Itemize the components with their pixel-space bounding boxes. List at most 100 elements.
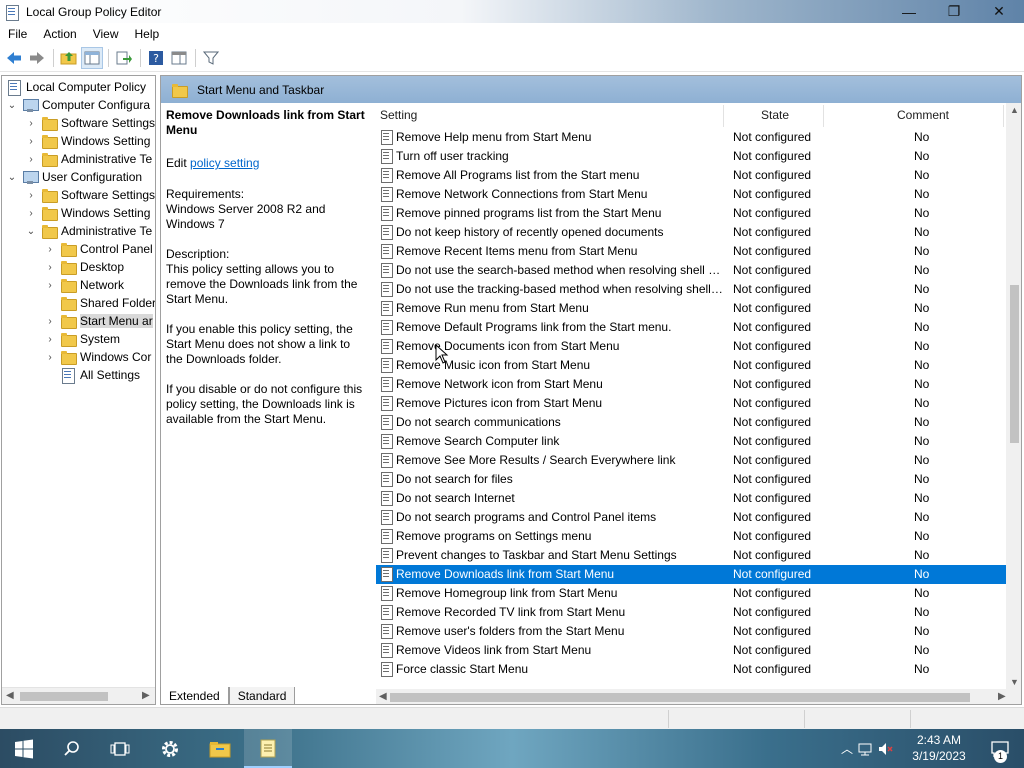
setting-row[interactable]: Remove Music icon from Start Menu Not con…: [376, 356, 1006, 375]
scroll-down-icon[interactable]: ▼: [1010, 677, 1019, 687]
close-button[interactable]: ✕: [976, 0, 1022, 23]
setting-row[interactable]: Remove Default Programs link from the St…: [376, 318, 1006, 337]
setting-row[interactable]: Remove pinned programs list from the Sta…: [376, 204, 1006, 223]
scrollbar-thumb[interactable]: [390, 693, 970, 702]
tree-root[interactable]: Local Computer Policy: [6, 78, 146, 96]
collapse-chevron-icon[interactable]: ⌄: [25, 225, 37, 237]
scroll-right-icon[interactable]: ▶: [998, 691, 1006, 702]
scrollbar-thumb[interactable]: [20, 692, 108, 701]
maximize-button[interactable]: ❐: [931, 0, 977, 23]
column-divider[interactable]: [1003, 105, 1004, 127]
setting-row[interactable]: Remove Network Connections from Start Me…: [376, 185, 1006, 204]
network-icon[interactable]: [856, 742, 876, 756]
setting-row[interactable]: Remove All Programs list from the Start …: [376, 166, 1006, 185]
menu-help[interactable]: Help: [127, 27, 168, 41]
expand-chevron-icon[interactable]: ›: [44, 315, 56, 327]
vertical-scrollbar[interactable]: ▲ ▼: [1006, 103, 1021, 689]
up-folder-icon[interactable]: [58, 47, 80, 69]
show-hide-tree-icon[interactable]: [81, 46, 103, 69]
tab-standard[interactable]: Standard: [228, 687, 296, 705]
tree-item-windows-settings[interactable]: › Windows Setting: [25, 132, 150, 150]
column-divider[interactable]: [823, 105, 824, 127]
start-button[interactable]: [0, 729, 48, 768]
column-header-state[interactable]: State: [761, 103, 821, 127]
volume-muted-icon[interactable]: [876, 742, 896, 756]
menu-view[interactable]: View: [85, 27, 127, 41]
search-button[interactable]: [48, 729, 96, 768]
setting-row[interactable]: Remove Documents icon from Start Menu Not…: [376, 337, 1006, 356]
menu-action[interactable]: Action: [35, 27, 84, 41]
export-list-icon[interactable]: [113, 47, 135, 69]
setting-row[interactable]: Do not search Internet Not configured No: [376, 489, 1006, 508]
setting-row[interactable]: Remove Homegroup link from Start Menu Not…: [376, 584, 1006, 603]
expand-chevron-icon[interactable]: ›: [25, 207, 37, 219]
properties-pane-icon[interactable]: [168, 47, 190, 69]
scrollbar-thumb[interactable]: [1010, 285, 1019, 443]
column-header-setting[interactable]: Setting: [380, 103, 720, 127]
tree-item-desktop[interactable]: › Desktop: [44, 258, 124, 276]
setting-row[interactable]: Remove Downloads link from Start Menu Not…: [376, 565, 1006, 584]
chevron-up-icon[interactable]: ︿: [838, 740, 856, 757]
tab-extended[interactable]: Extended: [160, 687, 229, 705]
tree-item-software-settings[interactable]: › Software Settings: [25, 114, 155, 132]
task-view-button[interactable]: [96, 729, 144, 768]
tree-item-administrative-templates[interactable]: › Administrative Te: [25, 150, 152, 168]
collapse-chevron-icon[interactable]: ⌄: [6, 99, 18, 111]
help-icon[interactable]: ?: [145, 47, 167, 69]
file-explorer-button[interactable]: [196, 729, 244, 768]
tree-item-administrative-templates[interactable]: ⌄ Administrative Te: [25, 222, 152, 240]
tree-item-user-configuration[interactable]: ⌄ User Configuration: [6, 168, 142, 186]
setting-row[interactable]: Remove See More Results / Search Everywh…: [376, 451, 1006, 470]
scroll-up-icon[interactable]: ▲: [1010, 105, 1019, 115]
expand-chevron-icon[interactable]: ›: [44, 333, 56, 345]
expand-chevron-icon[interactable]: ›: [25, 189, 37, 201]
column-header-comment[interactable]: Comment: [897, 103, 967, 127]
menu-file[interactable]: File: [0, 27, 35, 41]
tree-item-start-menu-and-taskbar[interactable]: › Start Menu ar: [44, 312, 153, 330]
tree-item-network[interactable]: › Network: [44, 276, 124, 294]
expand-chevron-icon[interactable]: ›: [25, 135, 37, 147]
expand-chevron-icon[interactable]: ›: [25, 117, 37, 129]
setting-row[interactable]: Remove Run menu from Start Menu Not confi…: [376, 299, 1006, 318]
setting-row[interactable]: Remove Videos link from Start Menu Not co…: [376, 641, 1006, 660]
back-arrow-icon[interactable]: [3, 47, 25, 69]
setting-row[interactable]: Do not search communications Not configur…: [376, 413, 1006, 432]
expand-chevron-icon[interactable]: ›: [44, 351, 56, 363]
expand-chevron-icon[interactable]: ›: [25, 153, 37, 165]
policy-setting-link[interactable]: policy setting: [190, 156, 259, 170]
collapse-chevron-icon[interactable]: ⌄: [6, 171, 18, 183]
tree-item-system[interactable]: › System: [44, 330, 120, 348]
column-divider[interactable]: [723, 105, 724, 127]
tree-item-all-settings[interactable]: All Settings: [44, 366, 140, 384]
filter-icon[interactable]: [200, 47, 222, 69]
setting-row[interactable]: Force classic Start Menu Not configured No: [376, 660, 1006, 679]
scroll-left-icon[interactable]: ◀: [6, 690, 14, 701]
horizontal-scrollbar[interactable]: ◀ ▶: [376, 689, 1021, 704]
setting-row[interactable]: Remove Search Computer link Not configure…: [376, 432, 1006, 451]
clock[interactable]: 2:43 AM 3/19/2023: [906, 732, 972, 764]
minimize-button[interactable]: —: [886, 0, 932, 23]
scroll-left-icon[interactable]: ◀: [379, 691, 387, 702]
setting-row[interactable]: Remove programs on Settings menu Not conf…: [376, 527, 1006, 546]
expand-chevron-icon[interactable]: ›: [44, 261, 56, 273]
setting-row[interactable]: Do not search for files Not configured No: [376, 470, 1006, 489]
tree-item-control-panel[interactable]: › Control Panel: [44, 240, 153, 258]
settings-button[interactable]: [146, 729, 194, 768]
setting-row[interactable]: Do not search programs and Control Panel…: [376, 508, 1006, 527]
scroll-right-icon[interactable]: ▶: [142, 690, 150, 701]
gpedit-taskbar-button[interactable]: [244, 729, 292, 768]
setting-row[interactable]: Do not keep history of recently opened d…: [376, 223, 1006, 242]
setting-row[interactable]: Remove Recent Items menu from Start Menu…: [376, 242, 1006, 261]
setting-row[interactable]: Do not use the search-based method when …: [376, 261, 1006, 280]
tree-item-windows-settings[interactable]: › Windows Setting: [25, 204, 150, 222]
setting-row[interactable]: Turn off user tracking Not configured No: [376, 147, 1006, 166]
setting-row[interactable]: Remove Network icon from Start Menu Not c…: [376, 375, 1006, 394]
setting-row[interactable]: Remove Recorded TV link from Start Menu N…: [376, 603, 1006, 622]
tree-horizontal-scrollbar[interactable]: ◀ ▶: [2, 687, 155, 704]
setting-row[interactable]: Remove Pictures icon from Start Menu Not …: [376, 394, 1006, 413]
setting-row[interactable]: Prevent changes to Taskbar and Start Men…: [376, 546, 1006, 565]
tree-item-windows-components[interactable]: › Windows Cor: [44, 348, 151, 366]
tree-item-shared-folders[interactable]: Shared Folder: [44, 294, 155, 312]
tree-item-software-settings[interactable]: › Software Settings: [25, 186, 155, 204]
forward-arrow-icon[interactable]: [26, 47, 48, 69]
